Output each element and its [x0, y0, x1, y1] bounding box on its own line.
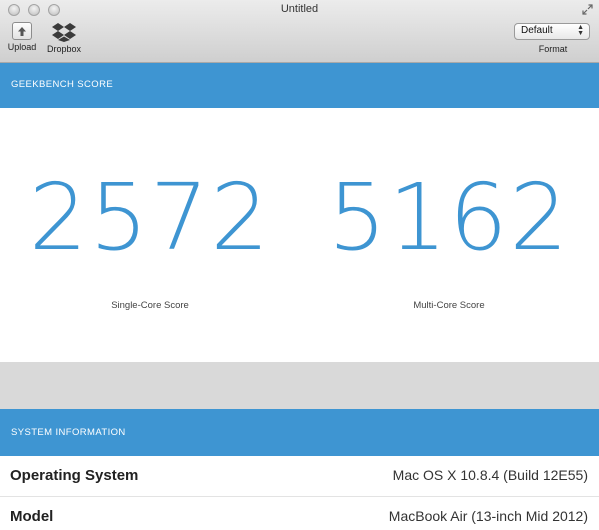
system-information-title: SYSTEM INFORMATION	[11, 427, 126, 438]
geekbench-score-header: GEEKBENCH SCORE	[0, 63, 599, 108]
table-row: Operating System Mac OS X 10.8.4 (Build …	[0, 456, 599, 497]
single-core-score-value: 2572	[28, 164, 272, 271]
system-information-table: Operating System Mac OS X 10.8.4 (Build …	[0, 456, 599, 530]
select-arrows-icon: ▲ ▼	[577, 24, 584, 37]
dropbox-icon	[52, 23, 76, 42]
table-row: Model MacBook Air (13-inch Mid 2012)	[0, 497, 599, 530]
geekbench-score-title: GEEKBENCH SCORE	[11, 79, 114, 90]
dropbox-button[interactable]: Dropbox	[43, 22, 85, 54]
score-panel: 2572 Single-Core Score 5162 Multi-Core S…	[0, 108, 599, 362]
fullscreen-icon[interactable]	[582, 4, 593, 15]
window-toolbar: Untitled Upload Dropbox Default ▲ ▼ Form…	[0, 0, 599, 63]
app-window: Untitled Upload Dropbox Default ▲ ▼ Form…	[0, 0, 599, 530]
info-value: Mac OS X 10.8.4 (Build 12E55)	[392, 467, 588, 483]
system-information-header: SYSTEM INFORMATION	[0, 409, 599, 456]
format-select-value: Default	[521, 25, 553, 36]
multi-core-score-value: 5162	[327, 164, 571, 271]
window-title: Untitled	[280, 3, 319, 15]
format-select[interactable]: Default ▲ ▼	[514, 23, 590, 40]
info-value: MacBook Air (13-inch Mid 2012)	[388, 508, 588, 524]
upload-button[interactable]: Upload	[5, 22, 39, 52]
dropbox-label: Dropbox	[46, 44, 82, 54]
format-label: Format	[538, 44, 568, 54]
info-key: Operating System	[10, 467, 139, 484]
upload-icon	[12, 22, 32, 40]
upload-label: Upload	[7, 42, 37, 52]
info-key: Model	[10, 508, 54, 525]
format-control: Default ▲ ▼ Format	[514, 23, 592, 54]
multi-core-score-label: Multi-Core Score	[413, 300, 485, 311]
single-core-score-label: Single-Core Score	[111, 300, 189, 311]
section-divider	[0, 362, 599, 409]
